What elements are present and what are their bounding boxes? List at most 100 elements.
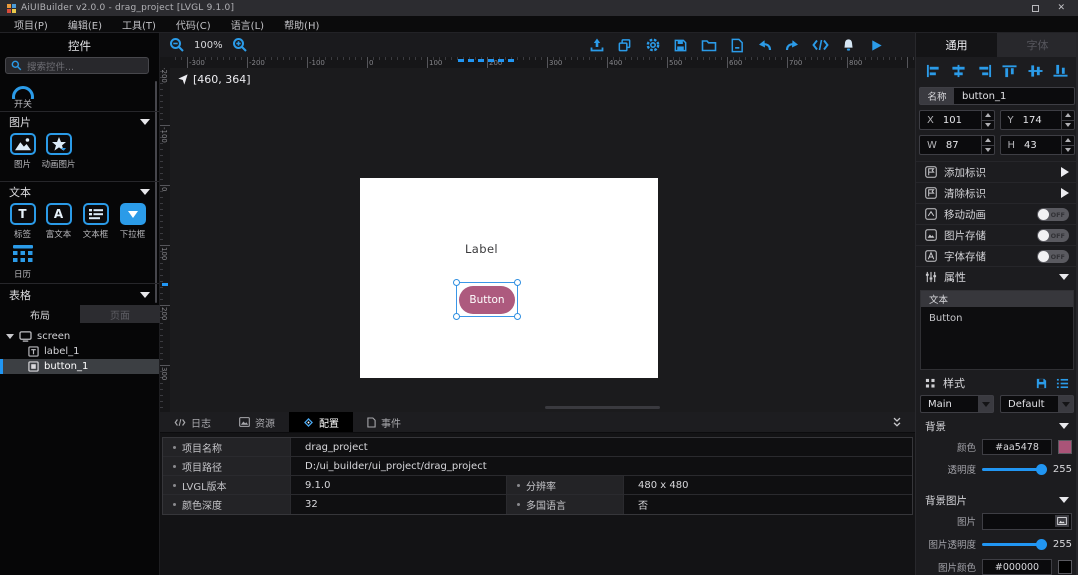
widget-label[interactable]: T 标签 [4,203,41,240]
menu-edit[interactable]: 编辑(E) [58,17,112,32]
config-value[interactable]: 9.1.0 [291,476,506,494]
spin-up-icon[interactable] [982,136,994,146]
align-center-v-icon[interactable] [1028,64,1043,78]
tab-layout[interactable]: 布局 [0,305,80,323]
widget-switch[interactable] [8,75,38,99]
add-flag-row[interactable]: 添加标识 [916,162,1078,183]
config-value[interactable]: drag_project [291,438,912,456]
config-value[interactable]: D:/ui_builder/ui_project/drag_project [291,457,912,475]
expand-right-icon[interactable] [1061,167,1069,177]
spin-down-icon[interactable] [1062,121,1074,130]
spin-down-icon[interactable] [982,121,994,130]
select-dropdown-icon[interactable] [1058,396,1073,412]
align-right-icon[interactable] [977,64,992,78]
align-center-h-icon[interactable] [951,64,966,78]
section-table[interactable]: 表格 [0,288,159,302]
viewport-hscrollbar[interactable] [545,406,660,409]
close-icon[interactable]: ✕ [1057,3,1065,13]
tab-font[interactable]: 字体 [997,33,1078,57]
screen-canvas[interactable]: Label Button [360,178,658,378]
tree-item-button1[interactable]: button_1 [0,359,159,374]
bg-color-value[interactable]: #aa5478 [982,439,1052,455]
tab-events[interactable]: 事件 [353,412,415,432]
widget-calendar[interactable]: 日历 [4,243,41,280]
widget-dropdown[interactable]: 下拉框 [114,203,151,240]
spin-up-icon[interactable] [982,111,994,121]
slider-knob[interactable] [1036,464,1047,475]
tab-general[interactable]: 通用 [916,33,997,57]
collapse-panel-button[interactable] [891,412,915,432]
spin-down-icon[interactable] [982,146,994,155]
tree-item-screen[interactable]: screen [0,329,159,344]
style-part-select[interactable]: Main [920,395,994,413]
recolor-swatch[interactable] [1058,560,1072,574]
pick-image-icon[interactable] [1055,515,1069,527]
height-stepper[interactable]: H43 [1000,135,1076,155]
name-field[interactable]: 名称 button_1 [919,87,1075,105]
bg-image-section-header[interactable]: 背景图片 [916,491,1078,509]
spin-up-icon[interactable] [1062,136,1074,146]
align-top-icon[interactable] [1002,64,1017,78]
save-icon[interactable] [672,37,689,54]
width-stepper[interactable]: W87 [919,135,995,155]
align-bottom-icon[interactable] [1053,64,1068,78]
tab-resources[interactable]: 资源 [225,412,289,432]
copy-icon[interactable] [616,37,633,54]
clear-flag-row[interactable]: 清除标识 [916,183,1078,204]
resize-handle[interactable] [453,313,460,320]
tab-config[interactable]: 配置 [289,412,353,432]
image-store-toggle[interactable]: OFF [1037,229,1069,242]
style-list-icon[interactable] [1056,377,1069,390]
menu-project[interactable]: 项目(P) [4,17,58,32]
selection-box[interactable] [456,282,518,317]
tree-expander-icon[interactable] [6,334,14,339]
open-folder-icon[interactable] [700,37,717,54]
run-play-icon[interactable] [868,37,885,54]
export-icon[interactable] [588,37,605,54]
save-style-icon[interactable] [1035,377,1048,390]
text-attribute-input[interactable]: Button [921,307,1073,369]
move-anim-toggle[interactable]: OFF [1037,208,1069,221]
spin-down-icon[interactable] [1062,146,1074,155]
style-state-select[interactable]: Default [1000,395,1074,413]
resize-handle[interactable] [453,279,460,286]
undo-icon[interactable] [756,37,773,54]
code-icon[interactable] [812,37,829,54]
bg-image-input[interactable] [982,513,1072,530]
x-stepper[interactable]: X101 [919,110,995,130]
menu-code[interactable]: 代码(C) [166,17,221,32]
tree-item-label1[interactable]: label_1 [0,344,159,359]
spin-up-icon[interactable] [1062,111,1074,121]
bg-color-swatch[interactable] [1058,440,1072,454]
bell-icon[interactable] [840,37,857,54]
slider-knob[interactable] [1036,539,1047,550]
widget-image[interactable]: 图片 [4,133,41,170]
bg-opacity-slider[interactable] [982,468,1046,471]
background-section-header[interactable]: 背景 [916,417,1078,435]
section-image[interactable]: 图片 [0,115,159,129]
widget-richtext[interactable]: A 富文本 [40,203,77,240]
menu-help[interactable]: 帮助(H) [274,17,329,32]
zoom-in-icon[interactable] [232,37,249,54]
resize-handle[interactable] [514,313,521,320]
tab-log[interactable]: 日志 [160,412,225,432]
attributes-header[interactable]: 属性 [916,267,1078,287]
expand-right-icon[interactable] [1061,188,1069,198]
align-left-icon[interactable] [926,64,941,78]
bg-image-opacity-slider[interactable] [982,543,1046,546]
section-text[interactable]: 文本 [0,185,159,199]
zoom-out-icon[interactable] [168,37,185,54]
select-dropdown-icon[interactable] [978,396,993,412]
tab-page[interactable]: 页面 [80,305,160,323]
close-file-icon[interactable] [728,37,745,54]
menu-language[interactable]: 语言(L) [221,17,274,32]
config-value[interactable]: 32 [291,495,506,514]
design-viewport[interactable]: [460, 364] Label Button [170,68,915,412]
widget-anim-image[interactable]: 动画图片 [40,133,77,170]
redo-icon[interactable] [784,37,801,54]
recolor-value[interactable]: #000000 [982,559,1052,575]
widget-textarea[interactable]: 文本框 [77,203,114,240]
maximize-icon[interactable] [1032,5,1039,12]
settings-gear-icon[interactable] [644,37,661,54]
y-stepper[interactable]: Y174 [1000,110,1076,130]
